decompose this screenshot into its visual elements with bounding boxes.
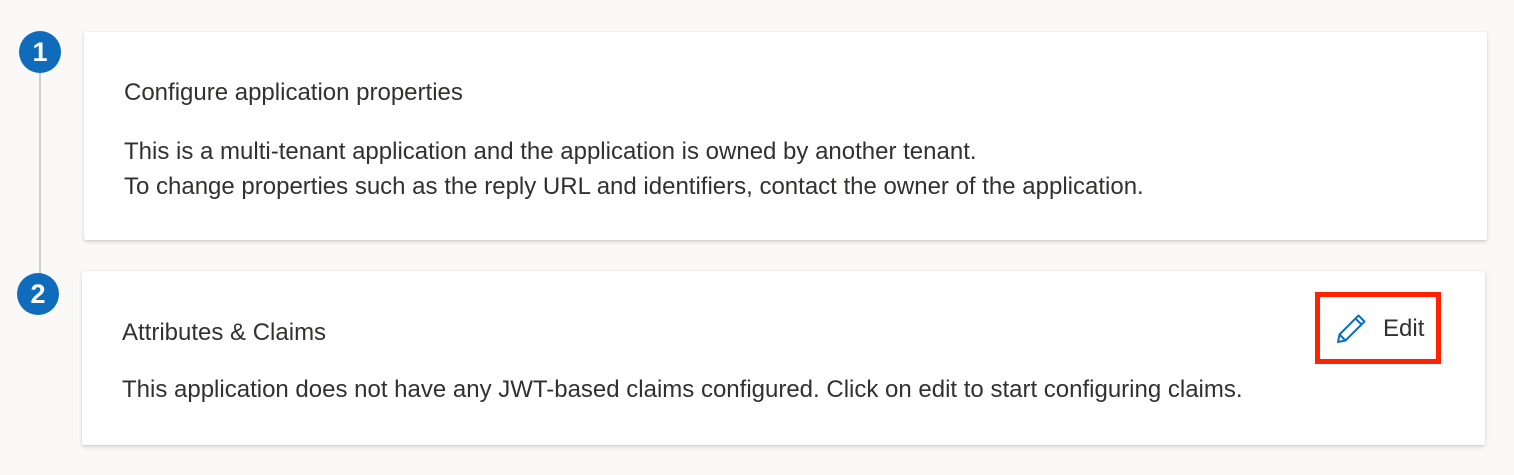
sso-setup-steps: 1 2 Configure application properties Thi… [0, 0, 1514, 475]
description-line: To change properties such as the reply U… [124, 173, 1144, 200]
description-line: This application does not have any JWT-b… [122, 376, 1243, 403]
step-connector-line [39, 70, 41, 278]
pencil-icon [1333, 311, 1369, 347]
edit-button-label: Edit [1383, 315, 1425, 342]
description-line: This is a multi-tenant application and t… [124, 138, 977, 165]
configure-application-properties-card: Configure application properties This is… [84, 32, 1487, 240]
step-1-badge: 1 [19, 31, 61, 73]
card-description: This is a multi-tenant application and t… [124, 134, 1144, 204]
card-description: This application does not have any JWT-b… [122, 372, 1243, 407]
edit-button[interactable]: Edit [1333, 308, 1424, 350]
card-title: Configure application properties [124, 79, 463, 106]
step-2-badge: 2 [17, 273, 59, 315]
card-title: Attributes & Claims [122, 319, 327, 346]
attributes-claims-card: Attributes & Claims This application doe… [82, 271, 1485, 445]
